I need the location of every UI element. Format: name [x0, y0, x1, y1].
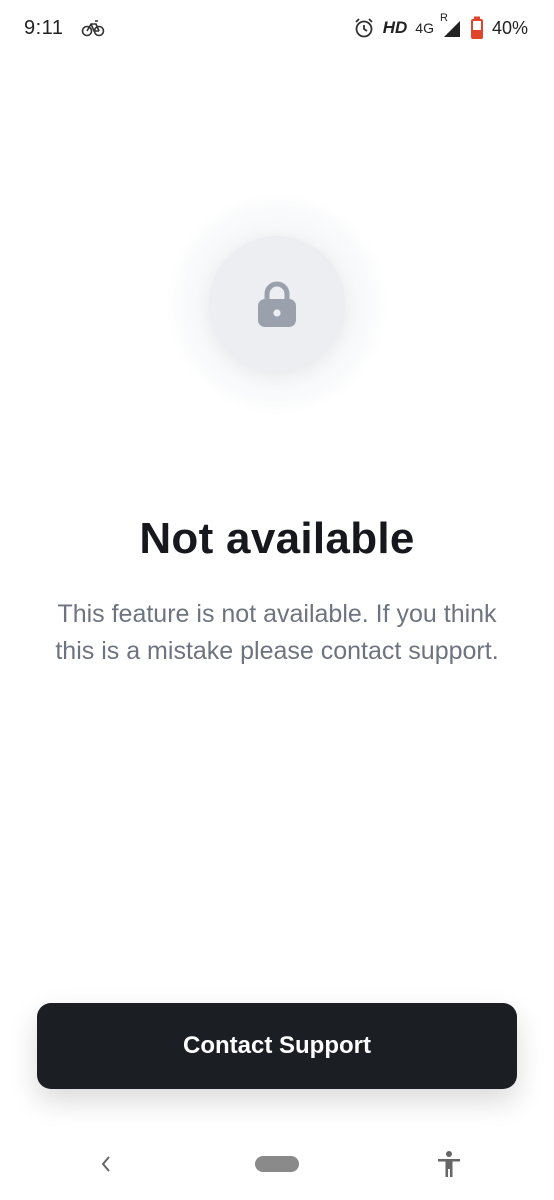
hd-indicator: HD	[382, 18, 408, 37]
page-title: Not available	[139, 514, 415, 563]
bicycle-icon	[81, 19, 105, 37]
lock-illustration	[167, 194, 387, 414]
unavailable-message: This feature is not available. If you th…	[55, 600, 499, 665]
status-bar: 9:11 HD 4G R 40%	[0, 0, 554, 56]
status-left: 9:11	[24, 17, 105, 40]
accessibility-icon[interactable]	[436, 1150, 462, 1178]
network-type: 4G	[415, 20, 434, 36]
status-right: HD 4G R 40%	[353, 12, 528, 40]
lock-icon	[256, 280, 298, 328]
back-icon[interactable]	[98, 1154, 114, 1174]
roaming-indicator: R	[439, 12, 448, 24]
signal-icon: R	[440, 12, 462, 38]
battery-percent: 40%	[491, 17, 528, 38]
alarm-icon	[353, 17, 375, 39]
battery-icon	[470, 16, 484, 40]
not-available-screen: 9:11 HD 4G R 40% Not available This feat…	[0, 0, 554, 1200]
contact-support-button[interactable]: Contact Support	[37, 1003, 517, 1089]
system-nav-bar	[0, 1128, 554, 1200]
status-time: 9:11	[24, 16, 64, 39]
home-button[interactable]	[255, 1156, 299, 1172]
lock-circle	[209, 236, 345, 372]
